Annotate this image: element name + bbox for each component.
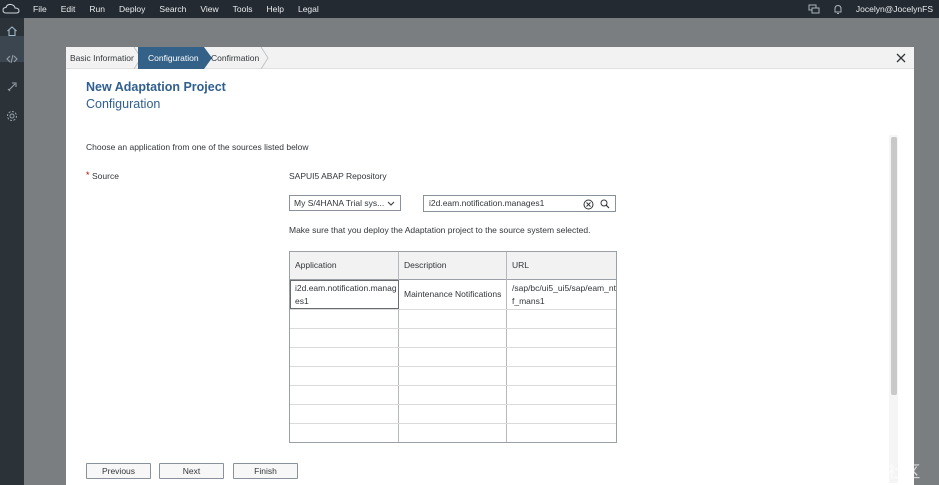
table-row-url[interactable]: /sap/bc/ui5_ui5/sap/eam_nt f_mans1: [512, 282, 616, 308]
previous-button[interactable]: Previous: [86, 463, 151, 479]
row-divider: [290, 385, 616, 386]
row-divider: [290, 309, 616, 310]
code-icon[interactable]: [5, 52, 19, 66]
column-header-description[interactable]: Description: [399, 252, 507, 279]
menu-search[interactable]: Search: [159, 4, 186, 14]
dialog-subtitle: Configuration: [86, 97, 161, 111]
user-name[interactable]: Jocelyn@JocelynFS: [856, 4, 933, 14]
menu-run[interactable]: Run: [89, 4, 105, 14]
clear-icon[interactable]: [582, 198, 594, 210]
menu-legal[interactable]: Legal: [298, 4, 319, 14]
menu-tools[interactable]: Tools: [233, 4, 253, 14]
menu-deploy[interactable]: Deploy: [119, 4, 145, 14]
dialog-title: New Adaptation Project: [86, 80, 226, 94]
application-search-field[interactable]: [423, 195, 616, 212]
search-input[interactable]: [429, 196, 574, 210]
menu-bar: File Edit Run Deploy Search View Tools H…: [0, 0, 939, 18]
next-button[interactable]: Next: [159, 463, 224, 479]
required-marker: *: [86, 170, 90, 180]
step-separator-icon: [260, 47, 269, 69]
menu-file[interactable]: File: [33, 4, 47, 14]
search-icon[interactable]: [599, 198, 611, 210]
new-adaptation-project-dialog: Basic Information Configuration Confirma…: [66, 47, 914, 485]
rocket-icon[interactable]: [5, 80, 19, 94]
close-icon[interactable]: [894, 51, 908, 65]
home-icon[interactable]: [5, 24, 19, 38]
table-header: Application Description URL: [290, 252, 616, 280]
column-header-application[interactable]: Application: [290, 252, 399, 279]
row-divider: [290, 404, 616, 405]
application-line-1: i2d.eam.notification.manag: [295, 283, 397, 293]
wizard-steps: Basic Information Configuration Confirma…: [66, 47, 914, 69]
menu-help[interactable]: Help: [266, 4, 283, 14]
menu-edit[interactable]: Edit: [61, 4, 76, 14]
application-line-2: es1: [295, 296, 309, 306]
chevron-down-icon[interactable]: [386, 197, 396, 209]
cloud-logo-icon: [2, 3, 20, 15]
column-header-url[interactable]: URL: [507, 252, 616, 279]
menu-view[interactable]: View: [200, 4, 218, 14]
table-row-description[interactable]: Maintenance Notifications: [404, 288, 501, 301]
system-select[interactable]: My S/4HANA Trial sys...: [289, 195, 401, 211]
repository-label: SAPUI5 ABAP Repository: [289, 171, 387, 181]
row-divider: [290, 423, 616, 424]
row-divider: [290, 328, 616, 329]
applications-table: Application Description URL i2d.eam.noti…: [289, 251, 617, 443]
table-row-application[interactable]: i2d.eam.notification.manag es1: [295, 282, 397, 308]
left-sidebar: [0, 18, 24, 485]
chat-icon[interactable]: [808, 3, 820, 15]
url-line-2: f_mans1: [512, 296, 545, 306]
step-confirmation[interactable]: Confirmation: [211, 47, 259, 69]
system-select-value: My S/4HANA Trial sys...: [294, 198, 385, 208]
finish-button[interactable]: Finish: [233, 463, 298, 479]
row-divider: [290, 347, 616, 348]
instruction-text: Choose an application from one of the so…: [86, 142, 309, 152]
deploy-note: Make sure that you deploy the Adaptation…: [289, 225, 591, 235]
row-divider: [290, 366, 616, 367]
step-configuration[interactable]: Configuration: [138, 47, 204, 69]
watermark-text: @稀土掘金技术社区: [772, 464, 921, 481]
source-label: Source: [92, 171, 119, 181]
url-line-1: /sap/bc/ui5_ui5/sap/eam_nt: [512, 283, 616, 293]
bell-icon[interactable]: [832, 3, 844, 15]
scrollbar-thumb[interactable]: [891, 137, 897, 395]
settings-gear-icon[interactable]: [5, 109, 19, 123]
step-basic-information[interactable]: Basic Information: [70, 47, 136, 69]
